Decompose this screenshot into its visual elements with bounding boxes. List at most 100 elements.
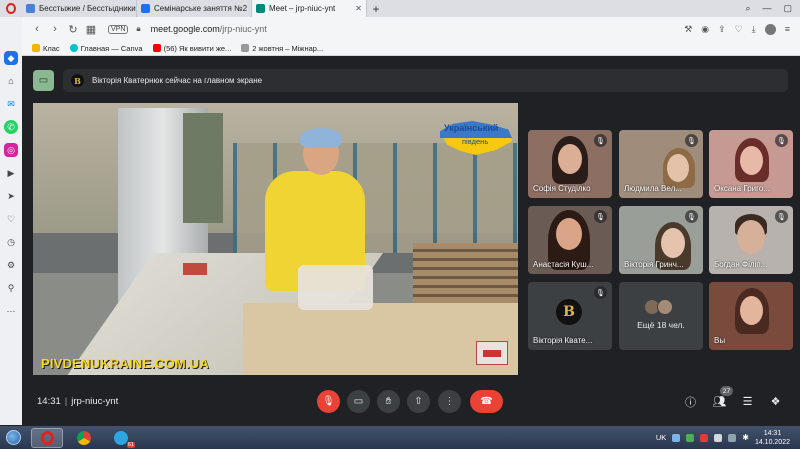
share-icon[interactable]: ⇪ [718,24,726,35]
mic-toggle-button[interactable]: 🎙︎ [317,390,340,413]
meeting-info: 14:31 | jrp-niuc-ynt [37,396,118,407]
maximize-icon[interactable]: ▢ [783,3,792,14]
tray-app-icon[interactable] [700,433,709,442]
logo-line1: Український [444,123,499,133]
minimize-icon[interactable]: — [762,3,771,14]
snapshot-icon[interactable]: ◉ [701,24,709,35]
lock-icon[interactable]: 🔒︎ [136,24,140,34]
back-icon[interactable]: ‹ [28,23,46,35]
start-button[interactable] [0,427,26,449]
bookmark-heart-icon[interactable]: ♡ [735,24,743,35]
participant-avatar: B [556,299,582,325]
canva-icon [69,44,78,52]
camera-toggle-button[interactable]: ▭ [347,390,370,413]
easy-setup-icon[interactable]: ⚒ [684,24,692,35]
history-icon[interactable]: ◷ [4,235,18,249]
hand-icon: ✋︎ [385,396,392,407]
workspace-icon[interactable]: ◆ [4,51,18,65]
present-screen-button[interactable]: ⇧ [407,390,430,413]
bookmark-klas[interactable]: Клас [32,44,60,53]
address-bar: ‹ › ↻ ▦ VPN 🔒︎ meet.google.com/jrp-niuc-… [22,17,800,41]
tab-seminar[interactable]: Семінарське заняття №2 [137,0,252,17]
tray-app-icon[interactable] [672,433,681,442]
location-icon[interactable]: ⚲ [4,281,18,295]
whatsapp-icon[interactable]: ✆ [4,120,18,134]
send-icon[interactable]: ➤ [4,189,18,203]
download-icon[interactable]: ⤓ [752,24,756,35]
taskbar-opera[interactable] [31,427,63,448]
windows-taskbar: 61 UK ✱ 14:31 14.10.2022 [0,426,800,449]
participant-face [661,228,685,258]
tab-bestyzhie[interactable]: Бесстыжие / Бесстыдники [22,0,137,17]
raise-hand-button[interactable]: ✋︎ [377,390,400,413]
meeting-details-button[interactable]: ⓘ [682,393,699,410]
participant-tile[interactable]: B 🎙︎ Вікторія Квате... [528,282,612,350]
volume-icon[interactable] [728,433,737,442]
messenger-icon[interactable]: ✉ [4,97,18,111]
url-field[interactable]: meet.google.com/jrp-niuc-ynt [151,24,267,34]
participant-tile[interactable]: 🎙︎ Людмила Вел... [619,130,703,198]
self-tile[interactable]: Вы [709,282,793,350]
participant-tile[interactable]: 🎙︎ Богдан Філіп... [709,206,793,274]
new-tab-button[interactable]: + [367,2,385,16]
menu-icon[interactable]: ≡ [785,24,790,34]
language-indicator[interactable]: UK [656,433,666,442]
presentation-icon[interactable]: ▭ [33,70,54,91]
taskbar-chrome[interactable] [68,428,100,448]
participant-tile[interactable]: 🎙︎ Оксана Григо... [709,130,793,198]
instagram-icon[interactable]: ◎ [4,143,18,157]
more-icon[interactable]: ⋯ [4,304,18,318]
participant-tile[interactable]: 🎙︎ Анастасія Куш... [528,206,612,274]
network-icon[interactable] [714,433,723,442]
tab-favicon-icon [26,4,35,13]
player-icon[interactable]: ▶ [4,166,18,180]
activities-button[interactable]: ❖ [767,393,784,410]
profile-avatar[interactable] [764,23,776,35]
opera-icon [40,430,54,445]
presenter-notice-text: Вікторія Кватернюк сейчас на главном экр… [92,76,263,85]
leave-call-button[interactable]: ☎︎ [470,390,503,413]
more-participants-tile[interactable]: Ещё 18 чел. [619,282,703,350]
heart-icon[interactable]: ♡ [4,212,18,226]
logo-line2: південь [462,137,489,146]
participant-name: Софія Студілко [533,184,591,193]
meet-favicon-icon [256,4,265,13]
more-options-button[interactable]: ⋮ [438,390,461,413]
participant-tile[interactable]: 🎙︎ Софія Студілко [528,130,612,198]
chat-button[interactable]: ☰ [739,393,756,410]
mic-off-icon: 🎙︎ [685,210,698,223]
url-host: meet.google.com [150,24,220,34]
bookmark-october[interactable]: 2 жовтня – Міжнар... [241,44,323,53]
mic-off-icon: 🎙︎ [775,210,788,223]
system-clock[interactable]: 14:31 14.10.2022 [755,429,790,447]
close-tab-icon[interactable]: ✕ [355,4,362,13]
taskbar-telegram[interactable]: 61 [105,428,137,448]
vpn-badge[interactable]: VPN [108,24,129,34]
participant-tile[interactable]: 🎙︎ Вікторія Гринч... [619,206,703,274]
telegram-badge: 61 [126,441,135,448]
tab-meet[interactable]: Meet – jrp-niuc-ynt ✕ [252,0,367,17]
youtube-icon [152,44,161,52]
chat-icon: ☰ [742,396,753,408]
tray-app-icon[interactable] [686,433,695,442]
video-worker-cap [300,128,342,148]
apps-grid-icon[interactable]: ▦ [82,23,100,36]
bluetooth-icon[interactable]: ✱ [742,433,749,442]
bookmark-canva[interactable]: Главная — Canva [69,44,143,53]
mic-off-icon: 🎙︎ [594,210,607,223]
bookmark-youtube[interactable]: (56) Як вивити же... [152,44,231,53]
settings-icon[interactable]: ⚙ [4,258,18,272]
opera-logo-icon[interactable] [0,0,22,17]
mic-off-icon: 🎙︎ [322,396,335,407]
reload-icon[interactable]: ↻ [64,23,82,36]
participant-face [740,146,763,175]
more-participants-avatars [644,299,673,315]
screen: Бесстыжие / Бесстыдники Семінарське заня… [0,0,800,449]
meeting-time: 14:31 [37,396,61,407]
forward-icon[interactable]: › [46,23,64,35]
main-shared-video[interactable]: Український південь PIVDENUKRAINE.COM.UA [33,103,518,375]
people-button[interactable]: 👥︎ [711,393,728,410]
bookmark-label: Клас [43,43,60,53]
search-tabs-icon[interactable]: ⌕ [745,3,750,14]
home-icon[interactable]: ⌂ [4,74,18,88]
